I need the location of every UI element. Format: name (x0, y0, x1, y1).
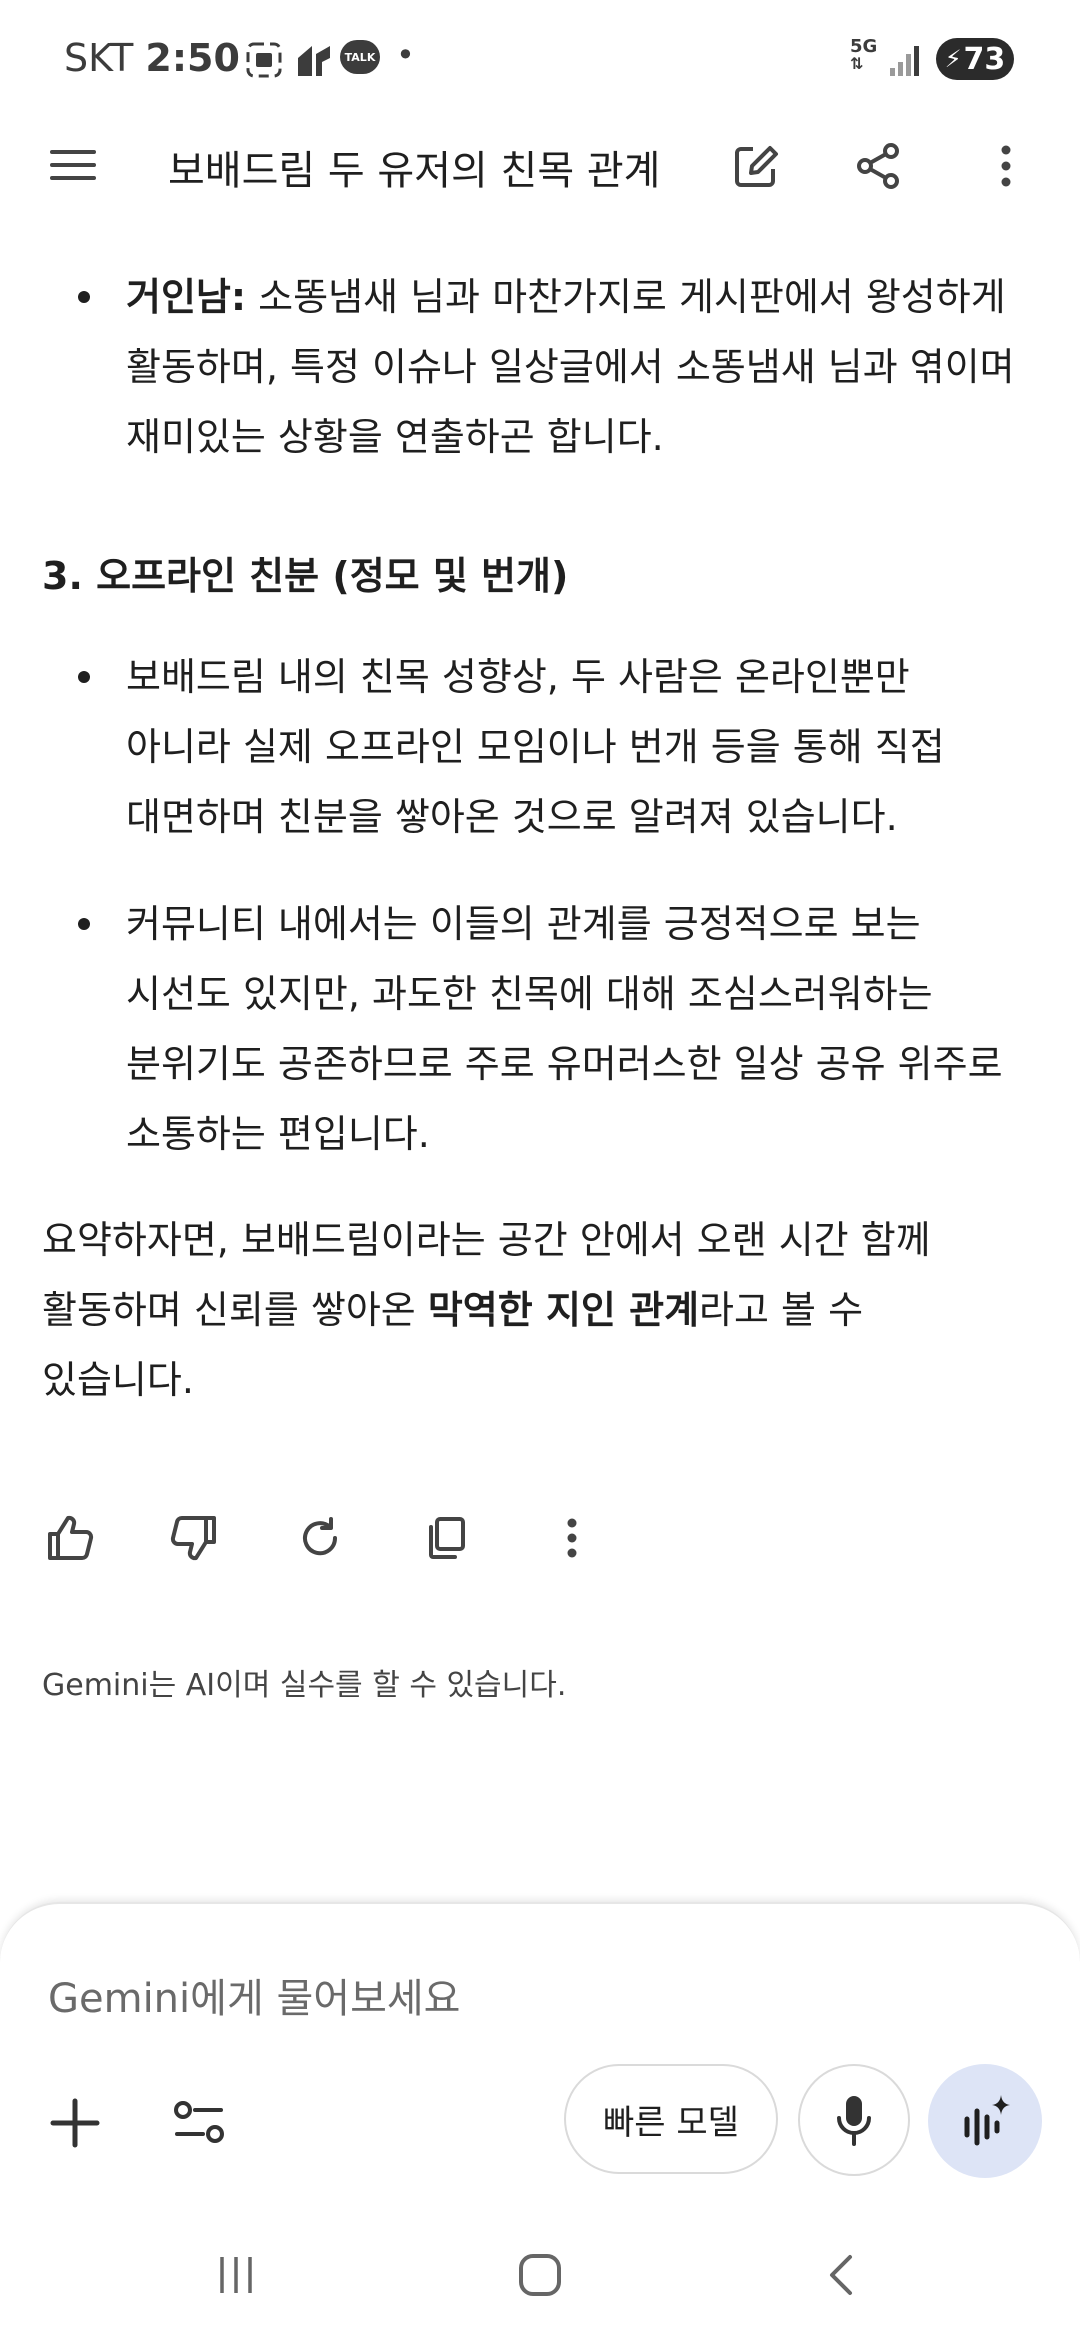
app-bar: 보배드림 두 유저의 친목 관계 (0, 120, 1080, 210)
bullet-text-line: 거인남: 소똥냄새 님과 마찬가지로 게시판에서 왕성하게 (126, 261, 1006, 333)
add-button[interactable] (40, 2088, 110, 2158)
bullet-text-line: 활동하며, 특정 이슈나 일상글에서 소똥냄새 님과 엮이며 (126, 345, 1015, 389)
tools-icon (174, 2101, 224, 2143)
new-chat-button[interactable] (724, 134, 788, 198)
thumbs-up-button[interactable] (38, 1506, 102, 1570)
summary-line: 있습니다. (42, 1358, 194, 1402)
text-segment: 활동하며 신뢰를 쌓아온 (42, 1288, 428, 1332)
edit-icon (735, 146, 778, 187)
screenshot-icon (246, 42, 282, 78)
conversation-title[interactable]: 보배드림 두 유저의 친목 관계 (168, 138, 660, 196)
bullet-text-line: 재미있는 상황을 연출하곤 합니다. (126, 415, 664, 459)
more-vert-icon (567, 1518, 577, 1558)
back-icon (830, 2255, 852, 2295)
recent-apps-button[interactable] (196, 2240, 276, 2310)
status-carrier-time: SKT 2:50 (64, 36, 240, 80)
carrier-label: SKT (64, 36, 134, 80)
more-notifications-dot: • (396, 36, 415, 74)
battery-indicator: ⚡ 73 (936, 38, 1014, 80)
text-segment: 소똥냄새 님과 마찬가지로 게시판에서 왕성하게 (246, 275, 1006, 319)
home-button[interactable] (500, 2240, 580, 2310)
bullet-text-line: 보배드림 내의 친목 성향상, 두 사람은 온라인뿐만 (126, 655, 910, 699)
summary-line: 요약하자면, 보배드림이라는 공간 안에서 오랜 시간 함께 (42, 1218, 931, 1262)
status-bar: SKT 2:50 TALK • 5G ⇅ ⚡ 73 (0, 0, 1080, 120)
bullet-text-line: 소통하는 편입니다. (126, 1112, 430, 1156)
bullet-text-line: 분위기도 공존하므로 주로 유머러스한 일상 공유 위주로 (126, 1042, 1003, 1086)
tools-button[interactable] (164, 2088, 234, 2158)
live-sparkle-icon (964, 2095, 1010, 2146)
bullet-dot (78, 291, 90, 303)
copy-button[interactable] (414, 1506, 478, 1570)
share-button[interactable] (846, 134, 910, 198)
bullet-text-line: 시선도 있지만, 과도한 친목에 대해 조심스러워하는 (126, 972, 933, 1016)
thumbs-down-icon (170, 1516, 216, 1561)
more-options-button[interactable] (974, 134, 1038, 198)
summary-line: 활동하며 신뢰를 쌓아온 막역한 지인 관계라고 볼 수 (42, 1274, 863, 1346)
bullet-text-line: 아니라 실제 오프라인 모임이나 번개 등을 통해 직접 (126, 725, 945, 769)
bold-phrase: 막역한 지인 관계 (427, 1288, 700, 1332)
model-selector-button[interactable]: 빠른 모델 (564, 2064, 778, 2174)
bullet-text-line: 커뮤니티 내에서는 이들의 관계를 긍정적으로 보는 (126, 902, 921, 946)
text-segment: 라고 볼 수 (699, 1288, 864, 1332)
back-button[interactable] (802, 2240, 882, 2310)
refresh-icon (303, 1517, 338, 1556)
regenerate-button[interactable] (288, 1506, 352, 1570)
bullet-dot (78, 671, 90, 683)
home-icon (519, 2254, 561, 2296)
prompt-input[interactable]: Gemini에게 물어보세요 (48, 1966, 460, 2024)
battery-level: 73 (963, 41, 1006, 77)
thumbs-down-button[interactable] (162, 1506, 226, 1570)
kakaotalk-icon: TALK (340, 40, 380, 74)
signal-icon (890, 46, 919, 76)
network-5g-icon: 5G ⇅ (850, 36, 878, 73)
bullet-dot (78, 918, 90, 930)
microphone-icon (837, 2096, 871, 2146)
menu-icon[interactable] (48, 140, 98, 190)
bullet-text-line: 대면하며 친분을 쌓아온 것으로 알려져 있습니다. (126, 795, 898, 839)
thumbs-up-icon (48, 1515, 94, 1560)
live-mode-button[interactable] (928, 2064, 1042, 2178)
section-heading: 3. 오프라인 친분 (정모 및 번개) (42, 554, 569, 598)
charging-bolt-icon: ⚡ (944, 45, 962, 73)
recents-icon (220, 2257, 252, 2293)
disclaimer-text: Gemini는 AI이며 실수를 할 수 있습니다. (42, 1668, 567, 1703)
plus-icon (50, 2098, 100, 2148)
more-vert-icon (1001, 145, 1011, 187)
share-icon (857, 143, 899, 189)
bold-term: 거인남: (126, 275, 247, 319)
microphone-button[interactable] (798, 2064, 910, 2176)
app-notification-icon (298, 46, 330, 76)
response-more-button[interactable] (540, 1506, 604, 1570)
copy-icon (429, 1517, 465, 1559)
clock: 2:50 (145, 36, 240, 80)
